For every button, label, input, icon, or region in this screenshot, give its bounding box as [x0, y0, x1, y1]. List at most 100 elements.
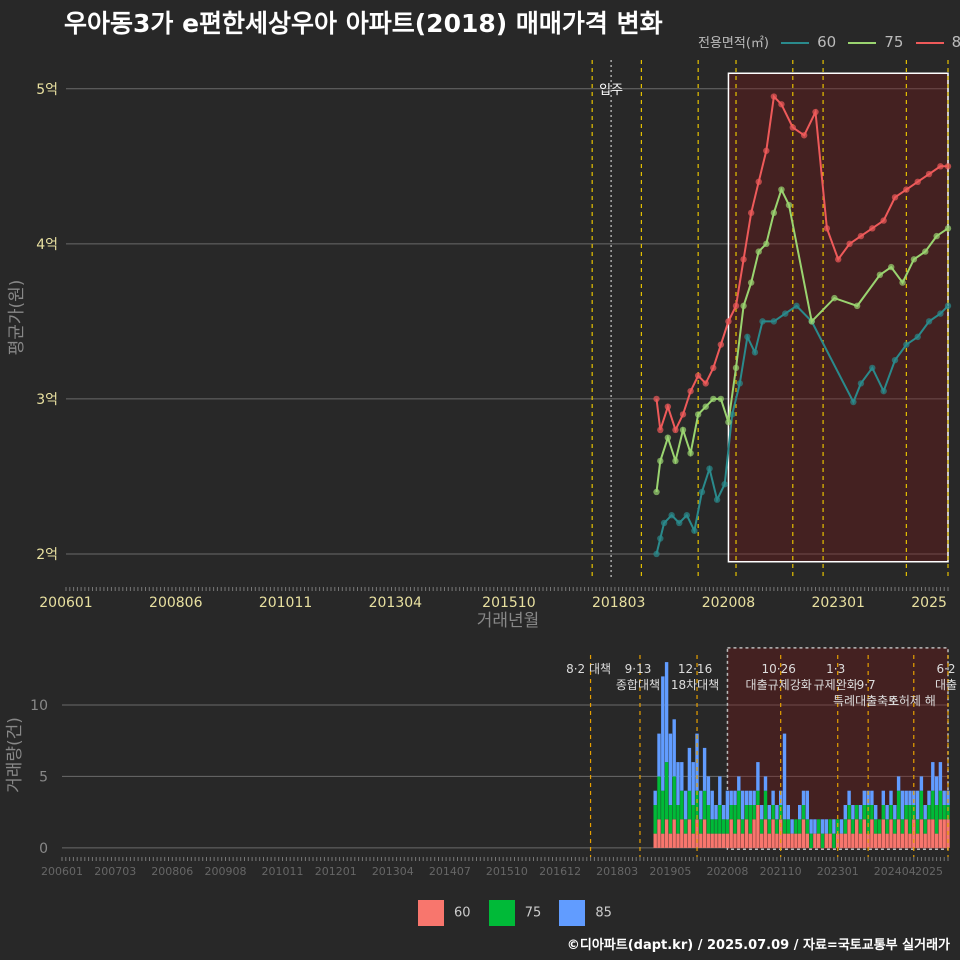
volume-bar-75	[718, 805, 722, 834]
volume-bar-75	[794, 819, 798, 834]
volume-bar-75	[900, 819, 905, 834]
volume-bar-85	[756, 762, 760, 791]
policy-label: 9·7	[857, 678, 876, 692]
volume-bar-85	[839, 819, 844, 834]
volume-bar-60	[706, 833, 711, 848]
volume-bar-60	[668, 833, 673, 848]
volume-bar-85	[820, 819, 825, 834]
volume-bar-75	[672, 776, 676, 820]
volume-bar-75	[714, 819, 718, 834]
volume-bar-60	[691, 833, 695, 848]
volume-bar-75	[919, 790, 924, 820]
volume-bar-85	[801, 790, 806, 805]
volume-bar-75	[881, 805, 885, 820]
volume-bar-85	[672, 719, 676, 777]
volume-bar-60	[942, 819, 946, 848]
volume-x-tick-label: 202110	[760, 865, 802, 878]
volume-bar-75	[923, 819, 927, 834]
volume-bar-85	[752, 790, 756, 805]
volume-bar-60	[923, 833, 927, 848]
x-tick-label: 201803	[592, 595, 645, 611]
volume-bar-85	[710, 790, 714, 820]
volume-bar-60	[851, 833, 855, 848]
volume-bar-75	[760, 819, 764, 834]
volume-bar-60	[828, 833, 832, 848]
volume-x-tick-label: 201011	[262, 865, 304, 878]
move-in-annotation: 입주	[599, 83, 623, 98]
volume-bar-85	[885, 805, 889, 820]
volume-bar-75	[843, 819, 847, 834]
volume-bar-60	[760, 833, 764, 848]
volume-bar-60	[858, 833, 863, 848]
volume-legend-item-75: 75	[488, 900, 541, 926]
volume-bar-75	[847, 805, 851, 820]
volume-bar-75	[733, 805, 737, 834]
policy-label: 대출	[935, 678, 957, 692]
volume-bar-60	[874, 833, 878, 848]
x-tick-label: 202008	[702, 595, 755, 611]
volume-x-tick-label: 201803	[596, 865, 638, 878]
volume-bar-60	[672, 819, 676, 848]
volume-bar-85	[786, 805, 790, 820]
volume-bar-60	[702, 819, 707, 848]
volume-bar-85	[737, 776, 741, 791]
volume-bar-75	[832, 833, 836, 848]
volume-bar-60	[687, 819, 692, 848]
volume-bar-75	[931, 790, 935, 820]
volume-bar-60	[683, 833, 688, 848]
volume-legend-swatch-85	[559, 900, 586, 926]
policy-label: 6·2	[936, 662, 955, 676]
volume-bar-85	[843, 805, 847, 820]
x-tick-label: 202301	[811, 595, 864, 611]
volume-bar-75	[809, 833, 813, 848]
volume-bar-85	[813, 819, 817, 834]
volume-bar-60	[927, 819, 931, 848]
volume-bar-85	[767, 805, 771, 820]
x-minor-ticks	[65, 587, 949, 591]
x-tick-label: 2025	[911, 595, 947, 611]
volume-bar-75	[676, 805, 680, 834]
volume-legend-label-85: 85	[595, 905, 612, 921]
volume-x-tick-label: 201407	[429, 865, 471, 878]
volume-bar-60	[931, 819, 935, 848]
volume-bar-85	[942, 790, 946, 805]
volume-x-tick-label: 2025	[915, 865, 943, 878]
volume-bar-85	[790, 819, 794, 834]
volume-bar-75	[683, 819, 688, 834]
volume-x-tick-label: 200806	[151, 865, 193, 878]
volume-bar-60	[714, 833, 718, 848]
volume-bar-85	[934, 776, 939, 805]
volume-bar-75	[687, 790, 692, 820]
volume-bar-60	[817, 833, 821, 848]
volume-bar-60	[919, 819, 924, 848]
volume-bar-75	[828, 819, 832, 834]
volume-bar-60	[775, 833, 779, 848]
volume-bar-85	[702, 747, 707, 791]
volume-x-tick-label: 201612	[539, 865, 581, 878]
volume-y-axis-title: 거래량(건)	[5, 717, 25, 793]
volume-bar-75	[938, 790, 943, 820]
volume-bar-60	[790, 833, 794, 848]
volume-bar-60	[680, 819, 684, 848]
volume-bar-60	[855, 819, 859, 848]
volume-bar-60	[794, 833, 798, 848]
volume-x-tick-label: 202404	[874, 865, 916, 878]
volume-bar-85	[915, 790, 920, 820]
volume-y-tick-label: 0	[39, 841, 48, 857]
volume-bar-60	[767, 833, 771, 848]
policy-label: 1·3	[826, 662, 845, 676]
volume-bar-85	[908, 790, 912, 805]
volume-bar-60	[733, 833, 737, 848]
volume-bar-85	[805, 790, 809, 820]
volume-bar-60	[725, 833, 730, 848]
volume-bar-75	[820, 833, 825, 848]
volume-bar-60	[847, 819, 851, 848]
x-tick-label: 200601	[39, 595, 92, 611]
volume-bar-75	[862, 805, 866, 820]
volume-x-minor-ticks	[61, 857, 949, 861]
volume-bar-60	[843, 833, 847, 848]
volume-bar-60	[737, 819, 741, 848]
policy-label: 18차대책	[671, 677, 719, 692]
volume-bar-75	[737, 790, 741, 820]
volume-bar-85	[931, 762, 935, 791]
